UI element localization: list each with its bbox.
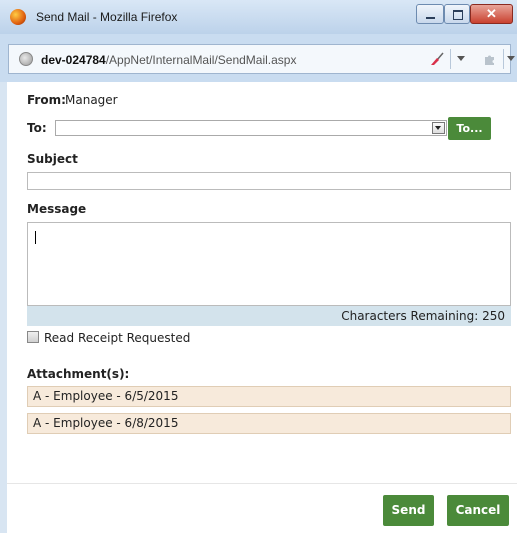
send-button[interactable]: Send: [383, 495, 434, 526]
address-bar[interactable]: dev-024784/AppNet/InternalMail/SendMail.…: [8, 44, 515, 74]
to-button[interactable]: To...: [448, 117, 491, 140]
from-value: Manager: [65, 93, 118, 107]
to-select[interactable]: [55, 120, 447, 136]
minimize-button[interactable]: [416, 4, 444, 24]
window-frame-left: [0, 82, 7, 533]
url-path: /AppNet/InternalMail/SendMail.aspx: [105, 53, 297, 67]
subject-label: Subject: [27, 152, 78, 166]
dropdown-arrow-icon[interactable]: [507, 56, 515, 61]
divider: [7, 483, 517, 484]
to-label: To:: [27, 121, 47, 135]
browser-window: Send Mail - Mozilla Firefox ✕ dev-024784…: [0, 0, 517, 533]
message-label: Message: [27, 202, 87, 216]
read-receipt-checkbox[interactable]: [27, 331, 39, 343]
chevron-down-icon[interactable]: [432, 122, 445, 134]
attachments-label: Attachment(s):: [27, 367, 130, 381]
title-bar: Send Mail - Mozilla Firefox ✕: [0, 0, 517, 34]
from-label: From:: [27, 93, 66, 107]
toolbar-separator: [450, 49, 451, 69]
window-title: Send Mail - Mozilla Firefox: [36, 10, 178, 24]
char-counter-bar: Characters Remaining: 250: [27, 306, 511, 326]
read-receipt-label[interactable]: Read Receipt Requested: [44, 331, 190, 345]
url-host: dev-024784: [41, 53, 106, 67]
close-icon: ✕: [486, 6, 497, 21]
broom-icon[interactable]: [430, 52, 444, 66]
url-text[interactable]: dev-024784/AppNet/InternalMail/SendMail.…: [41, 53, 296, 67]
firefox-icon: [10, 9, 26, 25]
send-mail-form: From: Manager To: To... Subject Message …: [7, 82, 517, 533]
close-button[interactable]: ✕: [470, 4, 513, 24]
addon-icon[interactable]: [483, 52, 497, 66]
cancel-button[interactable]: Cancel: [447, 495, 509, 526]
globe-icon: [19, 52, 33, 66]
toolbar-separator: [503, 49, 504, 69]
attachment-item[interactable]: A - Employee - 6/8/2015: [27, 413, 511, 434]
maximize-button[interactable]: [444, 4, 470, 24]
chars-remaining: Characters Remaining: 250: [341, 309, 505, 323]
text-cursor: [35, 231, 36, 244]
dropdown-arrow-icon[interactable]: [457, 56, 465, 61]
attachment-item[interactable]: A - Employee - 6/5/2015: [27, 386, 511, 407]
message-textarea[interactable]: [27, 222, 511, 306]
subject-input[interactable]: [27, 172, 511, 190]
